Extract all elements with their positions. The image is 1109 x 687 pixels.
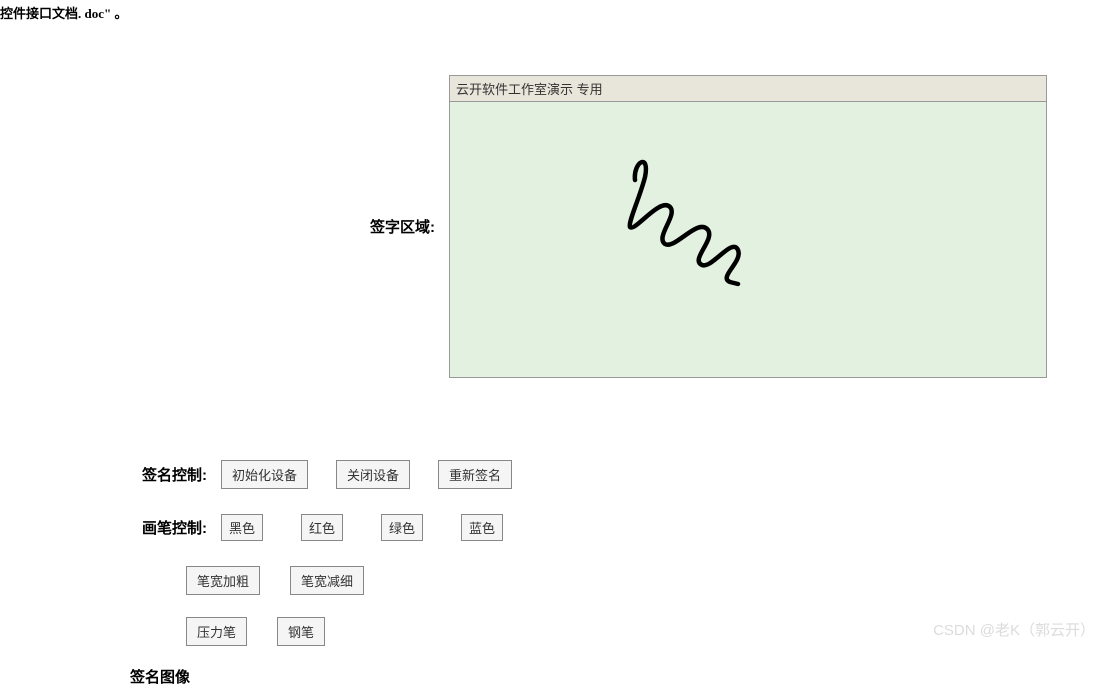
signature-stroke-icon: [450, 102, 1046, 377]
init-device-button[interactable]: 初始化设备: [221, 460, 308, 489]
resign-button[interactable]: 重新签名: [438, 460, 512, 489]
watermark: CSDN @老K（郭云开）: [933, 619, 1095, 640]
doc-fragment-text: 控件接口文档. doc" 。: [0, 3, 127, 22]
sign-control-row: 签名控制: 初始化设备 关闭设备 重新签名: [130, 460, 541, 489]
color-blue-button[interactable]: 蓝色: [461, 514, 503, 541]
pen-type-row: 压力笔 钢笔: [186, 617, 541, 646]
signature-panel-title: 云开软件工作室演示 专用: [450, 76, 1046, 102]
pen-thicker-button[interactable]: 笔宽加粗: [186, 566, 260, 595]
pen-width-row: 笔宽加粗 笔宽减细: [186, 566, 541, 595]
image-control-row: 签名图像: [130, 666, 541, 687]
signature-area-label: 签字区域:: [360, 216, 435, 237]
signature-canvas[interactable]: [450, 102, 1046, 377]
controls-area: 签名控制: 初始化设备 关闭设备 重新签名 画笔控制: 黑色 红色 绿色 蓝色 …: [130, 460, 541, 687]
image-control-label: 签名图像: [130, 666, 190, 687]
pen-thinner-button[interactable]: 笔宽减细: [290, 566, 364, 595]
color-red-button[interactable]: 红色: [301, 514, 343, 541]
close-device-button[interactable]: 关闭设备: [336, 460, 410, 489]
signature-section: 签字区域: 云开软件工作室演示 专用: [360, 75, 1047, 378]
pen-control-row: 画笔控制: 黑色 红色 绿色 蓝色: [130, 514, 541, 541]
color-black-button[interactable]: 黑色: [221, 514, 263, 541]
signature-panel: 云开软件工作室演示 专用: [449, 75, 1047, 378]
regular-pen-button[interactable]: 钢笔: [277, 617, 325, 646]
pressure-pen-button[interactable]: 压力笔: [186, 617, 247, 646]
pen-control-label: 画笔控制:: [130, 517, 207, 538]
color-green-button[interactable]: 绿色: [381, 514, 423, 541]
sign-control-label: 签名控制:: [130, 464, 207, 485]
